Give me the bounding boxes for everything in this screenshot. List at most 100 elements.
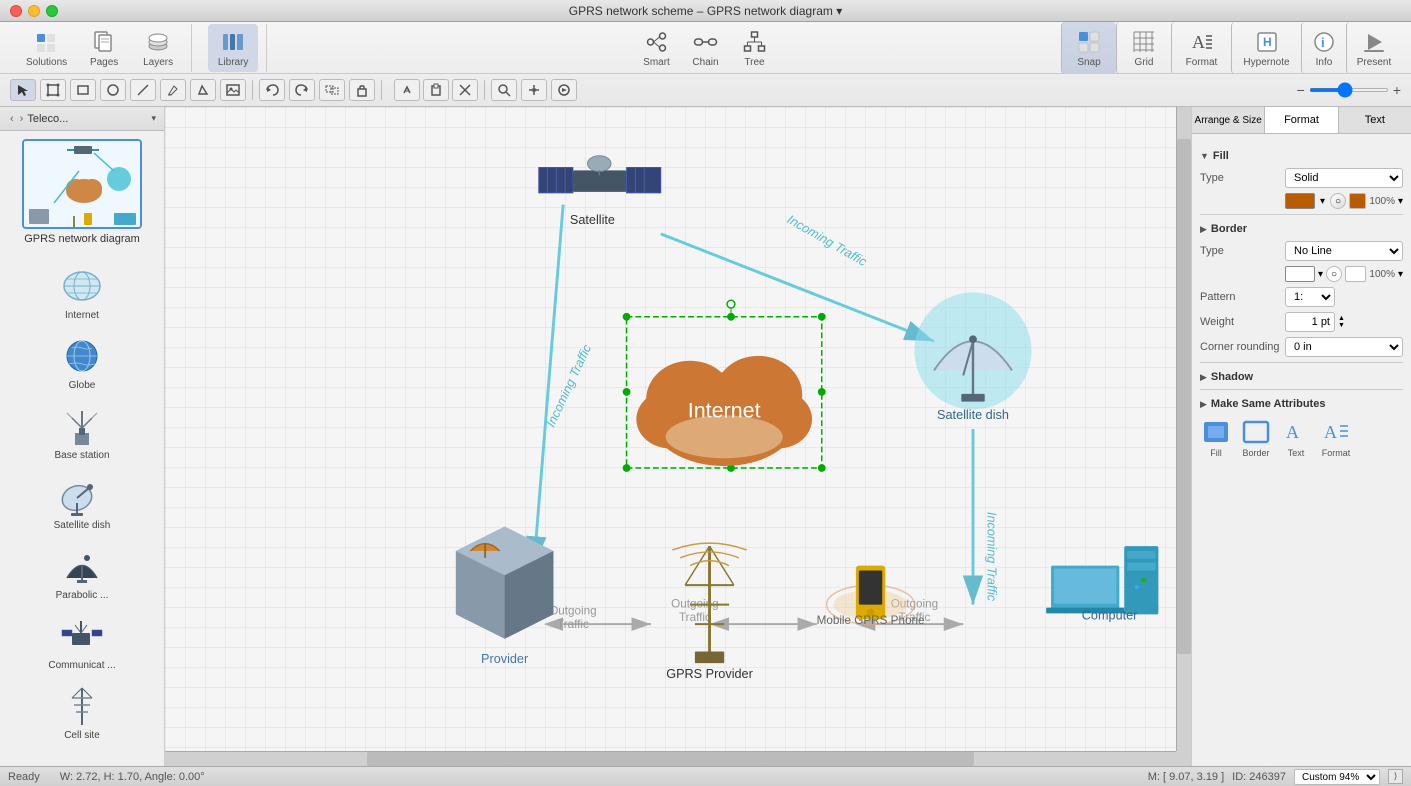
select-tool[interactable]	[10, 79, 36, 101]
divider3	[1200, 389, 1403, 390]
separator3	[484, 80, 485, 100]
weight-input[interactable]	[1285, 312, 1335, 332]
minimize-button[interactable]	[28, 5, 40, 17]
make-same-format-label: Format	[1322, 448, 1351, 458]
close-button[interactable]	[10, 5, 22, 17]
back-arrow[interactable]: ‹	[8, 111, 16, 127]
left-panel: ‹ › Teleco... ▾	[0, 107, 165, 766]
grid-button[interactable]: Grid	[1116, 22, 1171, 74]
solutions-button[interactable]: Solutions	[18, 24, 75, 72]
tab-arrange-size[interactable]: Arrange & Size	[1192, 107, 1265, 133]
present-button[interactable]: Present	[1346, 22, 1401, 74]
pen-tool[interactable]	[160, 79, 186, 101]
corner-rounding-select[interactable]: 0 in 0.1 in	[1285, 337, 1403, 357]
canvas-bg: Incoming Traffic Incoming Traffic Incomi…	[165, 107, 1176, 751]
copy-style-tool[interactable]	[394, 79, 420, 101]
fill-type-control: Solid Linear Radial None	[1285, 168, 1403, 188]
maximize-button[interactable]	[46, 5, 58, 17]
fill-section-header[interactable]: ▼ Fill	[1200, 150, 1403, 162]
make-same-border[interactable]: Border	[1240, 418, 1272, 458]
sidebar-item-antenna[interactable]: Antenna	[0, 747, 164, 766]
border-opacity-arrow[interactable]: ▾	[1398, 269, 1403, 280]
tab-format[interactable]: Format	[1265, 107, 1338, 133]
layers-button[interactable]: Layers	[133, 24, 183, 72]
sidebar-item-parabolic[interactable]: Parabolic ...	[0, 537, 164, 607]
sidebar-item-internet[interactable]: Internet	[0, 257, 164, 327]
base-station-icon	[57, 403, 107, 448]
rect-tool[interactable]	[70, 79, 96, 101]
ellipse-tool[interactable]	[100, 79, 126, 101]
paste-style-tool[interactable]	[423, 79, 449, 101]
library-button[interactable]: Library	[208, 24, 258, 72]
fill-type-select[interactable]: Solid Linear Radial None	[1285, 168, 1403, 188]
sidebar-item-communicat[interactable]: Communicat ...	[0, 607, 164, 677]
weight-spin-down[interactable]: ▼	[1338, 322, 1345, 329]
toolbar-area: Solutions Pages Layers	[0, 22, 1411, 107]
svg-text:Traffic: Traffic	[679, 611, 711, 624]
border-type-select[interactable]: No Line Solid Dashed	[1285, 241, 1403, 261]
zoom-slider[interactable]	[1309, 88, 1389, 92]
pan-tool[interactable]	[521, 79, 547, 101]
group-tool[interactable]	[319, 79, 345, 101]
redo-tool[interactable]	[289, 79, 315, 101]
horizontal-scrollbar[interactable]	[165, 751, 1176, 766]
border-gradient-circle[interactable]: ○	[1326, 266, 1342, 282]
sidebar-item-globe[interactable]: Globe	[0, 327, 164, 397]
fill-opacity-arrow[interactable]: ▾	[1398, 196, 1403, 207]
sidebar-item-cell-site[interactable]: Cell site	[0, 677, 164, 747]
info-button[interactable]: i Info	[1301, 22, 1346, 74]
scroll-right-btn[interactable]: ⟩	[1388, 769, 1403, 784]
weight-spin-up[interactable]: ▲	[1338, 315, 1345, 322]
weight-spinner[interactable]: ▲ ▼	[1338, 315, 1345, 329]
action-tool[interactable]	[551, 79, 577, 101]
zoom-select[interactable]: Custom 94% 100% 75% 50%	[1294, 769, 1380, 785]
lock-tool[interactable]	[349, 79, 375, 101]
pattern-select[interactable]: 1: 2:	[1285, 287, 1335, 307]
shadow-section-header[interactable]: ▶ Shadow	[1200, 371, 1403, 383]
search-tool[interactable]	[491, 79, 517, 101]
fill-section-title: Fill	[1213, 150, 1229, 162]
zoom-out-button[interactable]: −	[1297, 82, 1305, 98]
vertical-scrollbar[interactable]	[1176, 107, 1191, 751]
border-dropdown-arrow[interactable]: ▾	[1318, 269, 1323, 280]
transform-tool[interactable]	[190, 79, 216, 101]
sidebar-item-base-station[interactable]: Base station	[0, 397, 164, 467]
diagram-thumbnail[interactable]	[22, 139, 142, 229]
make-same-fill[interactable]: Fill	[1200, 418, 1232, 458]
main-canvas[interactable]: Incoming Traffic Incoming Traffic Incomi…	[165, 107, 1191, 766]
fill-color-swatch[interactable]	[1285, 193, 1315, 209]
sidebar-item-satellite-dish[interactable]: Satellite dish	[0, 467, 164, 537]
make-same-text[interactable]: A Text	[1280, 418, 1312, 458]
border-section-header[interactable]: ▶ Border	[1200, 223, 1403, 235]
snap-button[interactable]: Snap	[1061, 22, 1116, 74]
forward-arrow[interactable]: ›	[18, 111, 26, 127]
divider2	[1200, 362, 1403, 363]
main-toolbar: Solutions Pages Layers	[0, 22, 1411, 74]
resize-tool[interactable]	[40, 79, 66, 101]
fill-gradient-bar[interactable]	[1349, 193, 1366, 209]
smart-button[interactable]: Smart	[634, 24, 679, 72]
svg-text:Provider: Provider	[481, 652, 529, 666]
fill-gradient-circle[interactable]: ○	[1330, 193, 1346, 209]
fill-type-label: Type	[1200, 172, 1285, 184]
zoom-in-button[interactable]: +	[1393, 82, 1401, 98]
clear-style-tool[interactable]	[452, 79, 478, 101]
border-color-swatch[interactable]	[1285, 266, 1315, 282]
hypernote-button[interactable]: H Hypernote	[1231, 22, 1301, 74]
solutions-label: Solutions	[26, 57, 67, 68]
panel-dropdown-arrow[interactable]: ▾	[151, 113, 156, 124]
pages-button[interactable]: Pages	[79, 24, 129, 72]
image-tool[interactable]	[220, 79, 246, 101]
status-right: M: [ 9.07, 3.19 ] ID: 246397 Custom 94% …	[1148, 769, 1403, 785]
divider1	[1200, 214, 1403, 215]
chain-button[interactable]: Chain	[683, 24, 728, 72]
make-same-format[interactable]: A Format	[1320, 418, 1352, 458]
fill-dropdown-arrow[interactable]: ▾	[1318, 194, 1327, 209]
border-gradient-bar[interactable]	[1345, 266, 1366, 282]
tab-text[interactable]: Text	[1339, 107, 1411, 133]
tree-button[interactable]: Tree	[732, 24, 777, 72]
format-button[interactable]: A Format	[1171, 22, 1231, 74]
line-tool[interactable]	[130, 79, 156, 101]
undo-tool[interactable]	[259, 79, 285, 101]
make-same-section-header[interactable]: ▶ Make Same Attributes	[1200, 398, 1403, 410]
